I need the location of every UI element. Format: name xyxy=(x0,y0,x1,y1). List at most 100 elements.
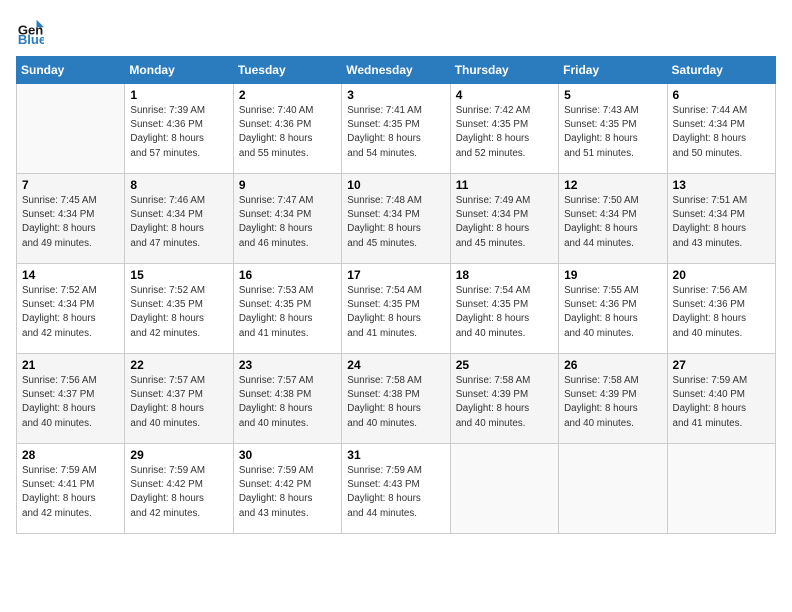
calendar-day: 9 Sunrise: 7:47 AM Sunset: 4:34 PM Daylig… xyxy=(233,174,341,264)
day-header-monday: Monday xyxy=(125,57,233,84)
day-number: 22 xyxy=(130,358,227,372)
day-header-thursday: Thursday xyxy=(450,57,558,84)
calendar-day: 7 Sunrise: 7:45 AM Sunset: 4:34 PM Daylig… xyxy=(17,174,125,264)
day-number: 15 xyxy=(130,268,227,282)
calendar-week-row: 21Sunrise: 7:56 AM Sunset: 4:37 PM Dayli… xyxy=(17,354,776,444)
day-info: Sunrise: 7:54 AM Sunset: 4:35 PM Dayligh… xyxy=(347,284,444,341)
calendar-day: 25 Sunrise: 7:58 AM Sunset: 4:39 PM Dayli… xyxy=(450,354,558,444)
calendar-week-row: 1Sunrise: 7:39 AM Sunset: 4:36 PM Daylig… xyxy=(17,84,776,174)
calendar-header-row: SundayMondayTuesdayWednesdayThursdayFrid… xyxy=(17,57,776,84)
calendar-day xyxy=(17,84,125,174)
calendar-day: 11 Sunrise: 7:49 AM Sunset: 4:34 PM Dayli… xyxy=(450,174,558,264)
day-number: 5 xyxy=(564,88,661,102)
calendar-day: 16 Sunrise: 7:53 AM Sunset: 4:35 PM Dayli… xyxy=(233,264,341,354)
day-info: Sunrise: 7:52 AM Sunset: 4:35 PM Dayligh… xyxy=(130,284,227,341)
day-info: Sunrise: 7:47 AM Sunset: 4:34 PM Dayligh… xyxy=(239,194,336,251)
day-number: 20 xyxy=(673,268,770,282)
day-info: Sunrise: 7:49 AM Sunset: 4:34 PM Dayligh… xyxy=(456,194,553,251)
calendar-table: SundayMondayTuesdayWednesdayThursdayFrid… xyxy=(16,56,776,534)
day-number: 12 xyxy=(564,178,661,192)
day-number: 23 xyxy=(239,358,336,372)
calendar-week-row: 14Sunrise: 7:52 AM Sunset: 4:34 PM Dayli… xyxy=(17,264,776,354)
calendar-day: 21Sunrise: 7:56 AM Sunset: 4:37 PM Dayli… xyxy=(17,354,125,444)
calendar-day: 27Sunrise: 7:59 AM Sunset: 4:40 PM Dayli… xyxy=(667,354,775,444)
day-number: 10 xyxy=(347,178,444,192)
day-number: 21 xyxy=(22,358,119,372)
calendar-day: 3 Sunrise: 7:41 AM Sunset: 4:35 PM Daylig… xyxy=(342,84,450,174)
day-info: Sunrise: 7:51 AM Sunset: 4:34 PM Dayligh… xyxy=(673,194,770,251)
day-number: 14 xyxy=(22,268,119,282)
calendar-day: 12 Sunrise: 7:50 AM Sunset: 4:34 PM Dayli… xyxy=(559,174,667,264)
day-info: Sunrise: 7:39 AM Sunset: 4:36 PM Dayligh… xyxy=(130,104,227,161)
calendar-day: 22 Sunrise: 7:57 AM Sunset: 4:37 PM Dayli… xyxy=(125,354,233,444)
day-info: Sunrise: 7:59 AM Sunset: 4:43 PM Dayligh… xyxy=(347,464,444,521)
calendar-day: 30Sunrise: 7:59 AM Sunset: 4:42 PM Dayli… xyxy=(233,444,341,534)
day-header-wednesday: Wednesday xyxy=(342,57,450,84)
day-header-sunday: Sunday xyxy=(17,57,125,84)
day-info: Sunrise: 7:41 AM Sunset: 4:35 PM Dayligh… xyxy=(347,104,444,161)
day-number: 8 xyxy=(130,178,227,192)
calendar-day: 29Sunrise: 7:59 AM Sunset: 4:42 PM Dayli… xyxy=(125,444,233,534)
day-number: 17 xyxy=(347,268,444,282)
day-number: 16 xyxy=(239,268,336,282)
day-info: Sunrise: 7:59 AM Sunset: 4:42 PM Dayligh… xyxy=(130,464,227,521)
day-info: Sunrise: 7:55 AM Sunset: 4:36 PM Dayligh… xyxy=(564,284,661,341)
day-number: 26 xyxy=(564,358,661,372)
calendar-day: 14Sunrise: 7:52 AM Sunset: 4:34 PM Dayli… xyxy=(17,264,125,354)
day-info: Sunrise: 7:50 AM Sunset: 4:34 PM Dayligh… xyxy=(564,194,661,251)
calendar-day: 18 Sunrise: 7:54 AM Sunset: 4:35 PM Dayli… xyxy=(450,264,558,354)
calendar-day: 4 Sunrise: 7:42 AM Sunset: 4:35 PM Daylig… xyxy=(450,84,558,174)
day-info: Sunrise: 7:59 AM Sunset: 4:41 PM Dayligh… xyxy=(22,464,119,521)
day-number: 2 xyxy=(239,88,336,102)
calendar-day: 26 Sunrise: 7:58 AM Sunset: 4:39 PM Dayli… xyxy=(559,354,667,444)
day-header-tuesday: Tuesday xyxy=(233,57,341,84)
logo: Gen Blue xyxy=(16,16,48,44)
day-number: 30 xyxy=(239,448,336,462)
day-info: Sunrise: 7:56 AM Sunset: 4:36 PM Dayligh… xyxy=(673,284,770,341)
day-number: 9 xyxy=(239,178,336,192)
day-info: Sunrise: 7:45 AM Sunset: 4:34 PM Dayligh… xyxy=(22,194,119,251)
day-info: Sunrise: 7:43 AM Sunset: 4:35 PM Dayligh… xyxy=(564,104,661,161)
calendar-day: 20 Sunrise: 7:56 AM Sunset: 4:36 PM Dayli… xyxy=(667,264,775,354)
calendar-day: 8 Sunrise: 7:46 AM Sunset: 4:34 PM Daylig… xyxy=(125,174,233,264)
calendar-week-row: 7 Sunrise: 7:45 AM Sunset: 4:34 PM Daylig… xyxy=(17,174,776,264)
calendar-day xyxy=(667,444,775,534)
calendar-day: 6 Sunrise: 7:44 AM Sunset: 4:34 PM Daylig… xyxy=(667,84,775,174)
logo-icon: Gen Blue xyxy=(16,16,44,44)
day-info: Sunrise: 7:44 AM Sunset: 4:34 PM Dayligh… xyxy=(673,104,770,161)
day-number: 11 xyxy=(456,178,553,192)
day-info: Sunrise: 7:48 AM Sunset: 4:34 PM Dayligh… xyxy=(347,194,444,251)
day-info: Sunrise: 7:57 AM Sunset: 4:38 PM Dayligh… xyxy=(239,374,336,431)
day-info: Sunrise: 7:59 AM Sunset: 4:40 PM Dayligh… xyxy=(673,374,770,431)
day-header-saturday: Saturday xyxy=(667,57,775,84)
calendar-day: 1Sunrise: 7:39 AM Sunset: 4:36 PM Daylig… xyxy=(125,84,233,174)
day-info: Sunrise: 7:53 AM Sunset: 4:35 PM Dayligh… xyxy=(239,284,336,341)
calendar-day: 10 Sunrise: 7:48 AM Sunset: 4:34 PM Dayli… xyxy=(342,174,450,264)
calendar-day: 13 Sunrise: 7:51 AM Sunset: 4:34 PM Dayli… xyxy=(667,174,775,264)
day-info: Sunrise: 7:58 AM Sunset: 4:39 PM Dayligh… xyxy=(456,374,553,431)
calendar-day: 15 Sunrise: 7:52 AM Sunset: 4:35 PM Dayli… xyxy=(125,264,233,354)
day-number: 6 xyxy=(673,88,770,102)
day-info: Sunrise: 7:40 AM Sunset: 4:36 PM Dayligh… xyxy=(239,104,336,161)
page-header: Gen Blue xyxy=(16,16,776,44)
calendar-day: 19 Sunrise: 7:55 AM Sunset: 4:36 PM Dayli… xyxy=(559,264,667,354)
day-number: 19 xyxy=(564,268,661,282)
day-header-friday: Friday xyxy=(559,57,667,84)
day-number: 18 xyxy=(456,268,553,282)
calendar-day: 24Sunrise: 7:58 AM Sunset: 4:38 PM Dayli… xyxy=(342,354,450,444)
day-info: Sunrise: 7:42 AM Sunset: 4:35 PM Dayligh… xyxy=(456,104,553,161)
calendar-day: 2 Sunrise: 7:40 AM Sunset: 4:36 PM Daylig… xyxy=(233,84,341,174)
day-info: Sunrise: 7:54 AM Sunset: 4:35 PM Dayligh… xyxy=(456,284,553,341)
calendar-week-row: 28Sunrise: 7:59 AM Sunset: 4:41 PM Dayli… xyxy=(17,444,776,534)
day-number: 13 xyxy=(673,178,770,192)
calendar-day: 23 Sunrise: 7:57 AM Sunset: 4:38 PM Dayli… xyxy=(233,354,341,444)
svg-text:Blue: Blue xyxy=(18,32,44,44)
day-info: Sunrise: 7:57 AM Sunset: 4:37 PM Dayligh… xyxy=(130,374,227,431)
day-number: 24 xyxy=(347,358,444,372)
day-number: 3 xyxy=(347,88,444,102)
day-number: 25 xyxy=(456,358,553,372)
day-number: 4 xyxy=(456,88,553,102)
day-number: 7 xyxy=(22,178,119,192)
day-info: Sunrise: 7:58 AM Sunset: 4:39 PM Dayligh… xyxy=(564,374,661,431)
day-info: Sunrise: 7:46 AM Sunset: 4:34 PM Dayligh… xyxy=(130,194,227,251)
